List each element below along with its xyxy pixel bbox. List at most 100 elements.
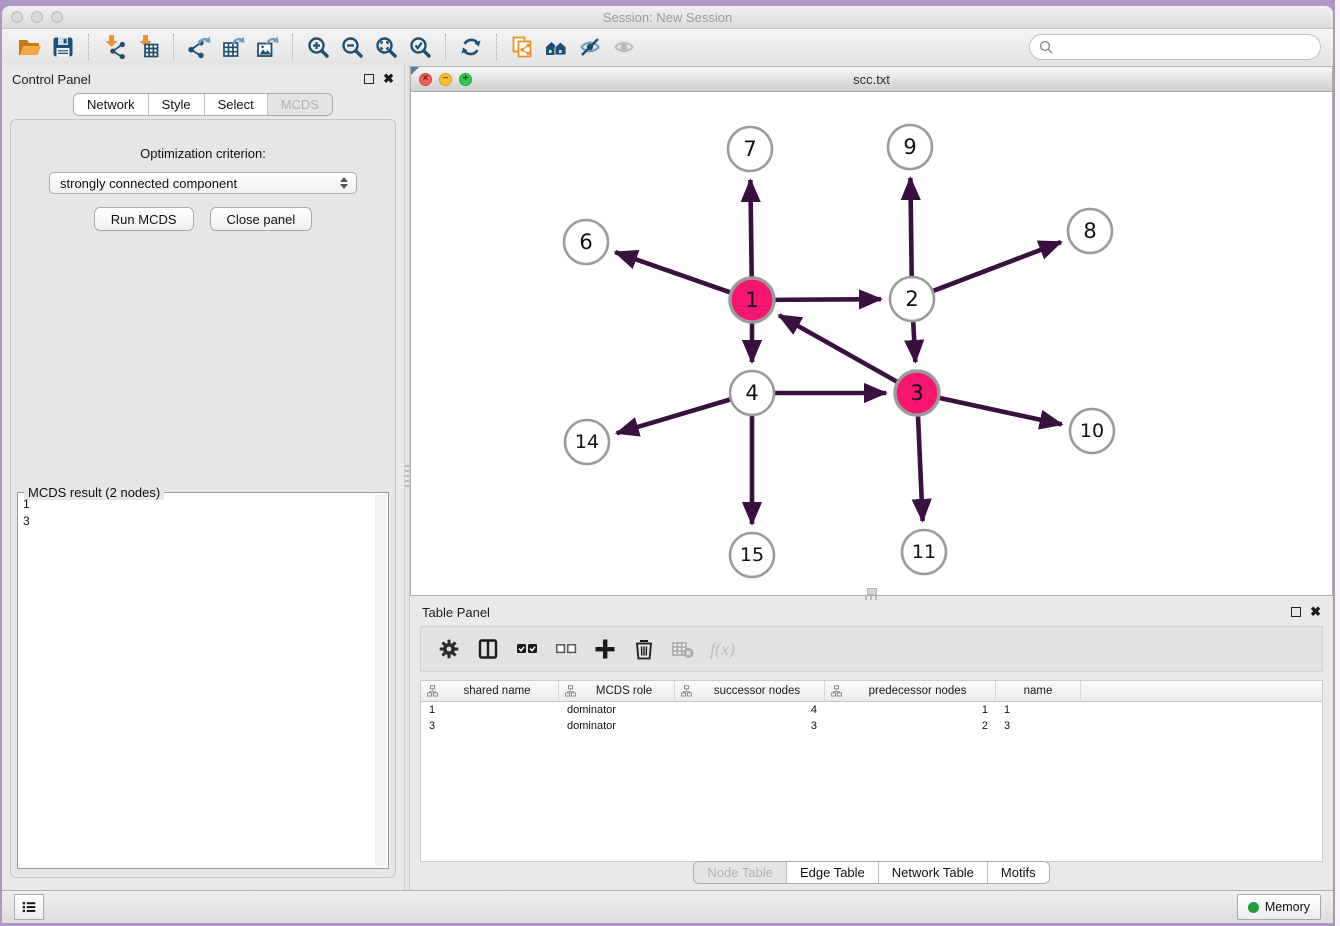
graph-node-7[interactable]: 7 bbox=[728, 127, 772, 171]
tab-select[interactable]: Select bbox=[204, 94, 267, 115]
control-panel-tabs: NetworkStyleSelectMCDS bbox=[2, 93, 404, 116]
task-history-button[interactable] bbox=[14, 894, 44, 920]
create-column-button[interactable] bbox=[593, 635, 617, 663]
mcds-result-text[interactable]: 1 3 bbox=[23, 496, 374, 865]
table-cell[interactable]: dominator bbox=[559, 704, 675, 716]
clone-network-button[interactable] bbox=[505, 32, 539, 62]
tab-network[interactable]: Network bbox=[74, 94, 148, 115]
graph-node-3[interactable]: 3 bbox=[895, 371, 939, 415]
memory-status-icon bbox=[1248, 902, 1259, 913]
unselect-all-columns-button[interactable] bbox=[554, 635, 578, 663]
splitter-collapse-icon[interactable] bbox=[411, 67, 419, 75]
mcds-result-box: MCDS result (2 nodes) 1 3 bbox=[17, 492, 389, 869]
node-label: 6 bbox=[579, 230, 592, 254]
run-mcds-button[interactable]: Run MCDS bbox=[94, 207, 194, 231]
zoom-fit-button[interactable] bbox=[369, 32, 403, 62]
table-cell[interactable]: 3 bbox=[421, 720, 559, 732]
network-graph: 7 9 6 8 1 2 4 3 14 10 15 11 bbox=[411, 92, 1332, 595]
network-canvas[interactable]: 7 9 6 8 1 2 4 3 14 10 15 11 bbox=[411, 92, 1332, 595]
network-resize-grip[interactable] bbox=[867, 588, 877, 595]
edge-4-14[interactable] bbox=[617, 398, 735, 433]
tab-mcds[interactable]: MCDS bbox=[267, 94, 332, 115]
save-session-button[interactable] bbox=[46, 32, 80, 62]
function-builder-icon: f(x) bbox=[710, 639, 735, 660]
edge-2-3[interactable] bbox=[913, 317, 915, 362]
node-label: 4 bbox=[745, 381, 758, 405]
export-network-button[interactable] bbox=[182, 32, 216, 62]
edge-1-7[interactable] bbox=[750, 180, 751, 282]
first-neighbors-button[interactable] bbox=[539, 32, 573, 62]
graph-node-10[interactable]: 10 bbox=[1070, 409, 1114, 453]
edge-3-11[interactable] bbox=[918, 411, 923, 521]
zoom-out-icon bbox=[340, 35, 364, 59]
graph-node-6[interactable]: 6 bbox=[564, 220, 608, 264]
zoom-selected-button[interactable] bbox=[403, 32, 437, 62]
table-cell[interactable]: 1 bbox=[825, 704, 996, 716]
toolbar-separator bbox=[173, 34, 174, 60]
table-cell[interactable]: 3 bbox=[675, 720, 825, 732]
graph-node-4[interactable]: 4 bbox=[730, 371, 774, 415]
tab-motifs[interactable]: Motifs bbox=[987, 862, 1049, 883]
edge-3-10[interactable] bbox=[935, 397, 1062, 425]
edge-1-2[interactable] bbox=[770, 299, 881, 300]
show-columns-button[interactable] bbox=[476, 635, 500, 663]
column-header-successor-nodes[interactable]: successor nodes bbox=[675, 681, 825, 701]
table-cell[interactable]: 2 bbox=[825, 720, 996, 732]
table-cell[interactable]: 1 bbox=[421, 704, 559, 716]
edge-1-6[interactable] bbox=[615, 252, 735, 294]
delete-columns-button[interactable] bbox=[632, 635, 656, 663]
graph-node-1[interactable]: 1 bbox=[730, 278, 774, 322]
edge-3-1[interactable] bbox=[779, 315, 901, 384]
zoom-in-button[interactable] bbox=[301, 32, 335, 62]
float-panel-icon[interactable] bbox=[1291, 607, 1301, 617]
column-header-shared-name[interactable]: shared name bbox=[421, 681, 559, 701]
edge-2-9[interactable] bbox=[910, 178, 911, 281]
import-network-button[interactable] bbox=[97, 32, 131, 62]
splitter-grip[interactable] bbox=[405, 465, 409, 487]
memory-button[interactable]: Memory bbox=[1237, 894, 1321, 920]
function-builder-button: f(x) bbox=[710, 635, 735, 663]
graph-node-11[interactable]: 11 bbox=[902, 530, 946, 574]
search-input[interactable] bbox=[1059, 39, 1311, 56]
close-panel-icon[interactable]: ✖ bbox=[383, 74, 394, 84]
table-mode-settings-button[interactable] bbox=[437, 635, 461, 663]
show-columns-icon bbox=[476, 637, 500, 661]
export-image-button[interactable] bbox=[250, 32, 284, 62]
node-label: 8 bbox=[1083, 219, 1096, 243]
hide-selected-button[interactable] bbox=[573, 32, 607, 62]
toolbar-icons bbox=[12, 29, 641, 65]
table-row[interactable]: 1dominator411 bbox=[421, 702, 1322, 718]
table-row[interactable]: 3dominator323 bbox=[421, 718, 1322, 734]
close-panel-button[interactable]: Close panel bbox=[210, 207, 313, 231]
table-cell[interactable]: dominator bbox=[559, 720, 675, 732]
tab-edge-table[interactable]: Edge Table bbox=[786, 862, 878, 883]
graph-node-9[interactable]: 9 bbox=[888, 125, 932, 169]
select-all-columns-button[interactable] bbox=[515, 635, 539, 663]
table-cell[interactable]: 4 bbox=[675, 704, 825, 716]
tab-node-table[interactable]: Node Table bbox=[694, 862, 786, 883]
column-type-icon bbox=[681, 685, 692, 697]
graph-node-2[interactable]: 2 bbox=[890, 277, 934, 321]
table-cell[interactable]: 1 bbox=[996, 704, 1081, 716]
node-label: 1 bbox=[745, 288, 758, 312]
optimization-criterion-select[interactable]: strongly connected component bbox=[49, 172, 357, 194]
search-box[interactable] bbox=[1029, 34, 1321, 60]
refresh-layout-button[interactable] bbox=[454, 32, 488, 62]
graph-node-14[interactable]: 14 bbox=[565, 420, 609, 464]
tab-style[interactable]: Style bbox=[148, 94, 204, 115]
zoom-out-button[interactable] bbox=[335, 32, 369, 62]
graph-node-8[interactable]: 8 bbox=[1068, 209, 1112, 253]
result-scrollbar[interactable] bbox=[375, 495, 386, 866]
column-header-MCDS-role[interactable]: MCDS role bbox=[559, 681, 675, 701]
tab-network-table[interactable]: Network Table bbox=[878, 862, 987, 883]
edge-2-8[interactable] bbox=[929, 242, 1061, 293]
import-table-button[interactable] bbox=[131, 32, 165, 62]
open-session-button[interactable] bbox=[12, 32, 46, 62]
graph-node-15[interactable]: 15 bbox=[730, 533, 774, 577]
export-table-button[interactable] bbox=[216, 32, 250, 62]
float-panel-icon[interactable] bbox=[364, 74, 374, 84]
column-header-predecessor-nodes[interactable]: predecessor nodes bbox=[825, 681, 996, 701]
close-panel-icon[interactable]: ✖ bbox=[1310, 607, 1321, 617]
table-cell[interactable]: 3 bbox=[996, 720, 1081, 732]
column-header-name[interactable]: name bbox=[996, 681, 1081, 701]
